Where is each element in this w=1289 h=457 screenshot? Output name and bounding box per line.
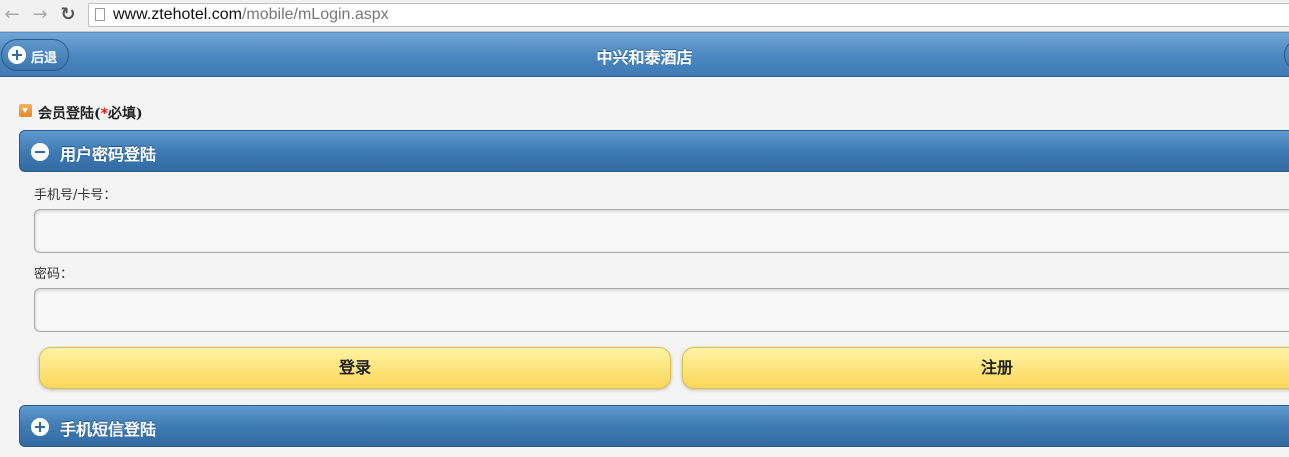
login-button[interactable]: 登录 xyxy=(39,347,671,389)
phone-card-label: 手机号/卡号： xyxy=(34,188,117,203)
url-host: www.ztehotel.com xyxy=(113,6,242,23)
page-header: 后退 中兴和泰酒店 xyxy=(0,32,1289,77)
dropdown-arrow-icon xyxy=(19,104,32,117)
page-title: 中兴和泰酒店 xyxy=(596,48,693,67)
required-text: 必填) xyxy=(107,106,143,122)
sms-login-title: 手机短信登陆 xyxy=(60,420,157,439)
forward-arrow-icon[interactable]: → xyxy=(30,5,50,25)
url-path: /mobile/mLogin.aspx xyxy=(241,6,389,23)
page-icon xyxy=(95,8,105,21)
url-text: www.ztehotel.com/mobile/mLogin.aspx xyxy=(113,5,389,25)
register-button[interactable]: 注册 xyxy=(682,347,1289,389)
reload-icon[interactable]: ↻ xyxy=(58,5,78,25)
plus-circle-icon xyxy=(31,418,49,436)
back-arrow-icon[interactable]: ← xyxy=(2,5,22,25)
password-label: 密码： xyxy=(34,267,74,282)
sms-login-toggle[interactable]: 手机短信登陆 xyxy=(19,405,1289,447)
member-login-label: 会员登陆(*必填) xyxy=(38,103,143,123)
password-login-title: 用户密码登陆 xyxy=(60,145,157,164)
browser-toolbar: ← → ↻ www.ztehotel.com/mobile/mLogin.asp… xyxy=(0,0,1289,32)
minus-circle-icon xyxy=(31,143,49,161)
phone-card-input[interactable] xyxy=(34,209,1289,253)
member-login-text: 会员登陆( xyxy=(38,106,101,122)
password-input[interactable] xyxy=(34,288,1289,332)
address-bar[interactable]: www.ztehotel.com/mobile/mLogin.aspx xyxy=(88,3,1289,27)
required-mark: * xyxy=(100,106,108,122)
password-login-toggle[interactable]: 用户密码登陆 xyxy=(19,130,1289,172)
